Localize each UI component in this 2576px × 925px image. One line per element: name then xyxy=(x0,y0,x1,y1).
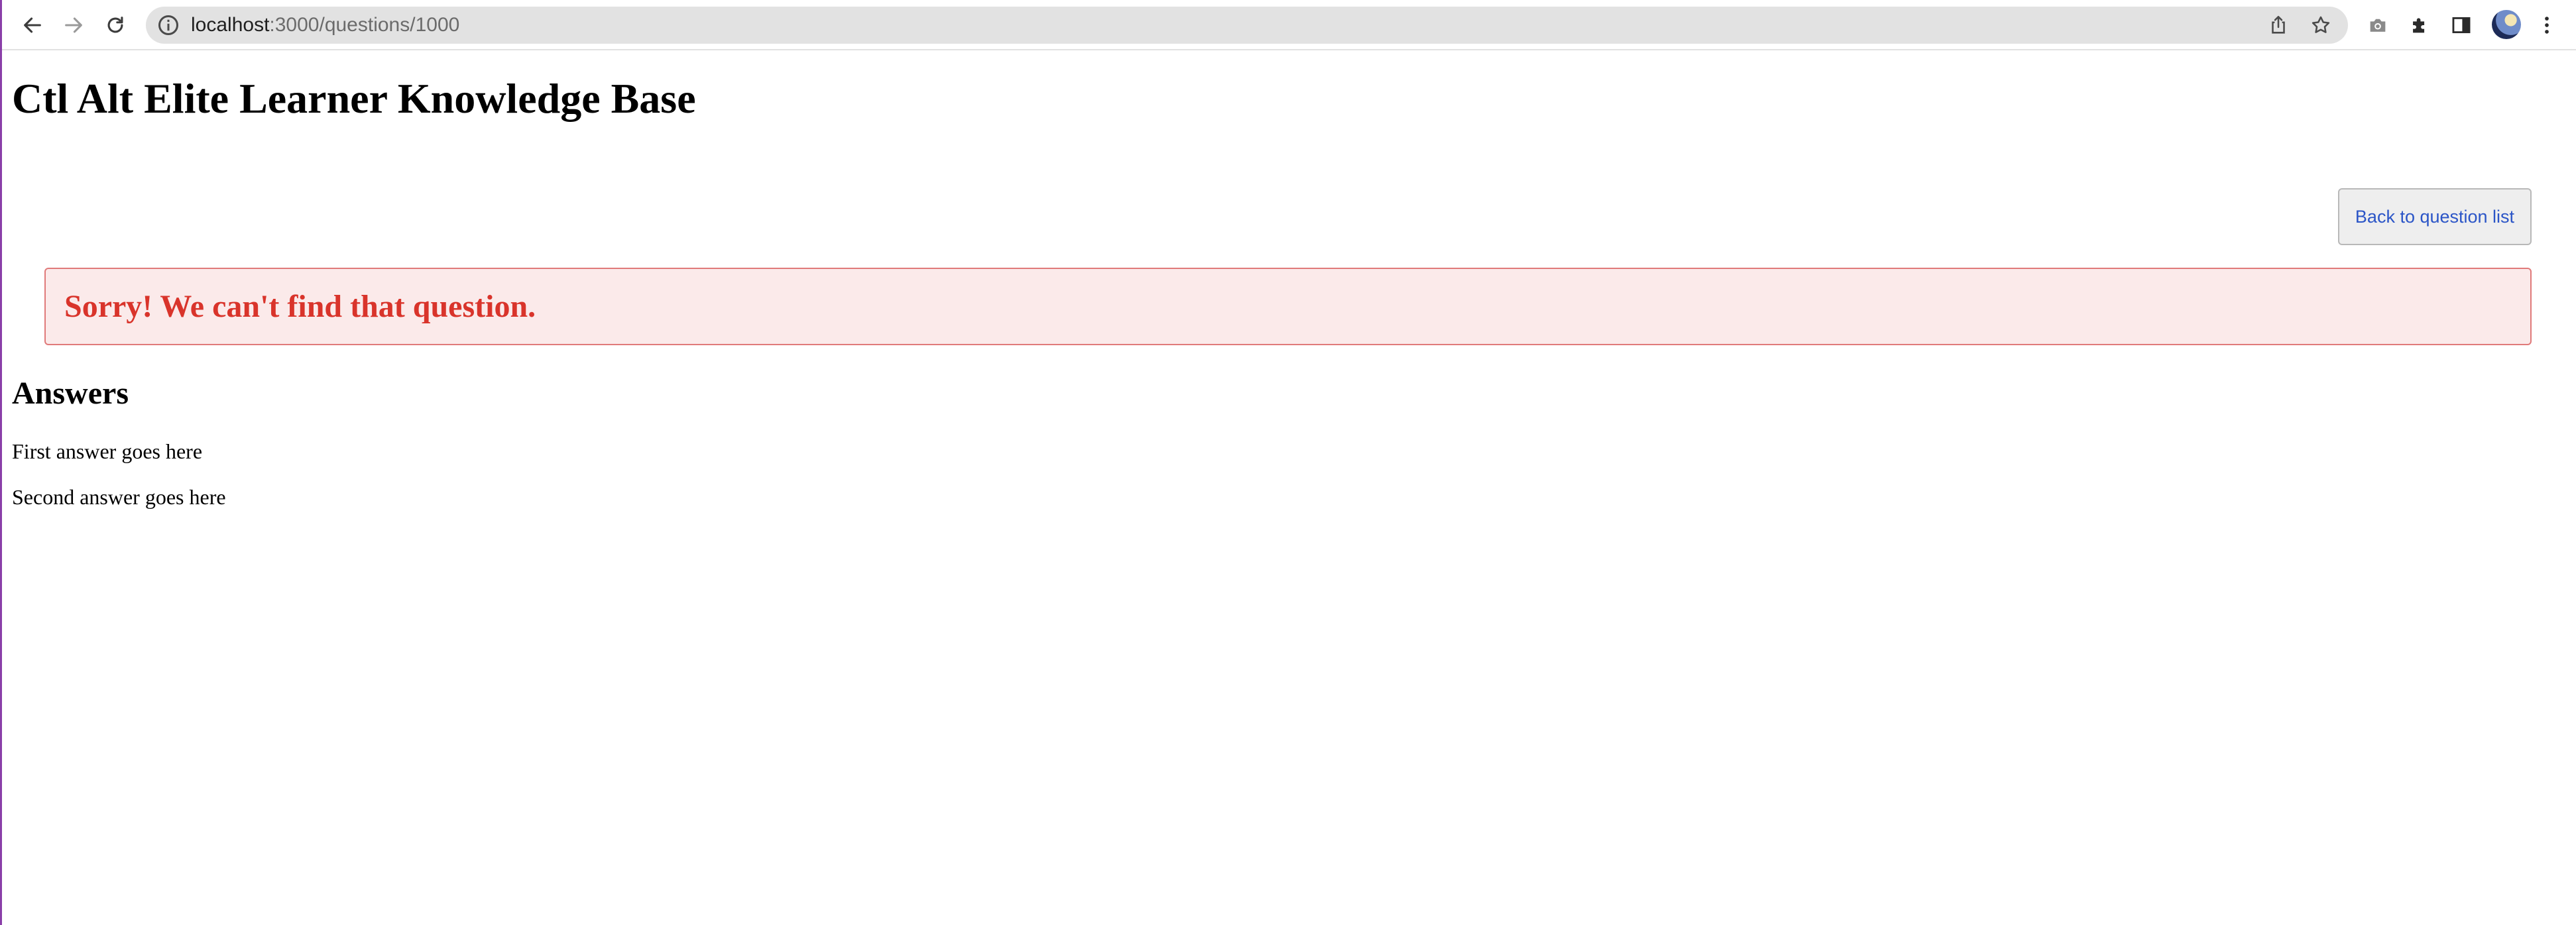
back-arrow-icon[interactable] xyxy=(14,7,51,44)
kebab-menu-icon[interactable] xyxy=(2533,11,2561,39)
error-message: Sorry! We can't find that question. xyxy=(64,289,536,324)
page-title: Ctl Alt Elite Learner Knowledge Base xyxy=(12,75,696,122)
info-icon[interactable] xyxy=(156,13,180,37)
side-panel-icon[interactable] xyxy=(2447,11,2475,39)
forward-arrow-icon[interactable] xyxy=(55,7,92,44)
url-path: :3000/questions/1000 xyxy=(269,14,460,36)
answer-item: Second answer goes here xyxy=(12,485,226,509)
camera-icon[interactable] xyxy=(2364,11,2392,39)
browser-toolbar: localhost:3000/questions/1000 xyxy=(2,0,2576,50)
back-to-question-list-button[interactable]: Back to question list xyxy=(2338,188,2532,245)
star-icon[interactable] xyxy=(2310,14,2332,36)
puzzle-icon[interactable] xyxy=(2406,11,2433,39)
address-bar[interactable]: localhost:3000/questions/1000 xyxy=(146,7,2348,44)
answers-heading: Answers xyxy=(12,376,129,411)
address-url[interactable]: localhost:3000/questions/1000 xyxy=(191,7,459,44)
answer-item: First answer goes here xyxy=(12,439,203,463)
url-host: localhost xyxy=(191,14,270,36)
profile-avatar[interactable] xyxy=(2492,10,2521,39)
window-frame-edge xyxy=(0,0,2,925)
share-icon[interactable] xyxy=(2267,14,2290,36)
error-alert: Sorry! We can't find that question. xyxy=(44,268,2532,345)
reload-icon[interactable] xyxy=(97,7,134,44)
